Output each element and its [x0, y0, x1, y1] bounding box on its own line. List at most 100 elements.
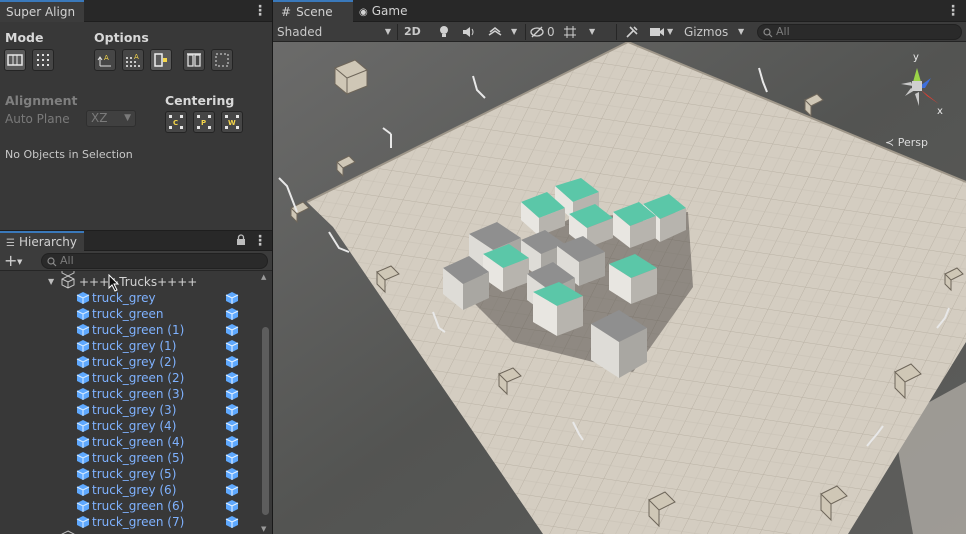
auto-plane-label: Auto Plane	[5, 112, 70, 126]
tree-row-prefab[interactable]: truck_green	[0, 306, 258, 322]
tree-row-label: truck_green (3)	[92, 387, 185, 401]
center-p-button[interactable]: P	[193, 111, 215, 133]
align-side-icon	[154, 53, 167, 67]
scene-search-placeholder: All	[776, 25, 790, 38]
tree-row-prefab[interactable]: truck_grey (5)	[0, 466, 258, 482]
scene-viewport[interactable]: y x ≺ Persp	[273, 42, 966, 534]
grid-snap-dropdown[interactable]: ▼	[563, 23, 599, 41]
projection-label[interactable]: ≺ Persp	[885, 136, 928, 149]
toggle-2d-button[interactable]: 2D	[404, 23, 421, 41]
orientation-gizmo[interactable]: y x	[885, 48, 961, 124]
hierarchy-search-input[interactable]: All	[41, 253, 268, 269]
tab-scene-label: Scene	[296, 5, 333, 19]
scene-tabbar: # Scene ◉ Game ⋮	[273, 0, 966, 22]
tools-icon[interactable]	[625, 23, 639, 41]
list-icon: ☰	[6, 238, 15, 249]
scrollbar-thumb[interactable]	[262, 327, 269, 515]
align-grid-icon: A	[126, 53, 140, 67]
option-align-axis-button[interactable]: A	[94, 49, 116, 71]
effects-icon	[488, 27, 502, 36]
tree-row-label: truck_grey (6)	[92, 483, 177, 497]
hidden-objects-toggle[interactable]: 0	[530, 23, 558, 41]
tree-row-label: truck_grey (4)	[92, 419, 177, 433]
hierarchy-tree: ▼ ++++Trucks++++ truck_grey truck_green tr…	[0, 271, 258, 534]
tree-row-prefab[interactable]: truck_green (5)	[0, 450, 258, 466]
centering-title: Centering	[165, 93, 235, 108]
scene-search-input[interactable]: All	[757, 24, 962, 40]
tab-scene[interactable]: # Scene	[273, 0, 353, 22]
mode-grid-button[interactable]	[32, 49, 54, 71]
tree-row-prefab[interactable]: truck_grey (1)	[0, 338, 258, 354]
scene-menu-icon[interactable]: ⋮	[946, 3, 960, 19]
toolbar-separator	[397, 24, 398, 40]
plus-icon: +	[4, 251, 18, 270]
scene-panel: # Scene ◉ Game ⋮ Shaded ▼ 2D ▼ 0 ▼ ▼ Giz…	[273, 0, 966, 534]
effects-dropdown[interactable]: ▼	[487, 23, 523, 41]
super-align-menu-icon[interactable]: ⋮	[253, 3, 267, 19]
super-align-panel: Super Align ⋮ Mode Options A A Alignment…	[0, 0, 272, 230]
tree-row-trucks-group[interactable]: ▼ ++++Trucks++++	[0, 274, 258, 290]
tree-row-prefab[interactable]: truck_grey (6)	[0, 482, 258, 498]
tree-row-prefab[interactable]: truck_green (4)	[0, 434, 258, 450]
align-axis-icon: A	[97, 54, 111, 67]
add-dropdown-button[interactable]: + ▼	[4, 252, 34, 270]
options-title: Options	[94, 30, 149, 45]
center-p-letter: P	[201, 119, 206, 127]
tree-partial-row-bottom	[61, 530, 75, 534]
tree-row-prefab[interactable]: truck_grey (3)	[0, 402, 258, 418]
scroll-down-icon[interactable]: ▼	[261, 525, 266, 533]
chevron-down-icon: ▼	[738, 27, 745, 36]
tree-row-prefab[interactable]: truck_grey (4)	[0, 418, 258, 434]
tree-row-label: truck_green (6)	[92, 499, 185, 513]
hierarchy-scrollbar[interactable]: ▲ ▼	[260, 273, 270, 534]
super-align-tabbar: Super Align ⋮	[0, 0, 272, 22]
auto-plane-dropdown: XZ ▼	[86, 110, 136, 127]
center-w-button[interactable]: W	[221, 111, 243, 133]
gizmo-y-label: y	[913, 52, 919, 63]
option-distribute-button[interactable]	[183, 49, 205, 71]
persp-text: Persp	[897, 136, 928, 149]
mouse-cursor-icon	[108, 273, 120, 295]
mode-single-button[interactable]	[4, 49, 26, 71]
gizmos-label: Gizmos	[684, 25, 729, 39]
tab-game[interactable]: ◉ Game	[353, 0, 423, 22]
tree-row-label: truck_grey (1)	[92, 339, 177, 353]
tree-row-prefab[interactable]: truck_green (3)	[0, 386, 258, 402]
lighting-toggle-icon[interactable]	[438, 23, 450, 41]
persp-icon: ≺	[885, 136, 898, 149]
tree-row-label: truck_green (2)	[92, 371, 185, 385]
toolbar-separator	[616, 24, 617, 40]
tree-row-prefab[interactable]: truck_grey (2)	[0, 354, 258, 370]
shading-mode-dropdown[interactable]: Shaded ▼	[277, 23, 393, 41]
gamepad-icon: ◉	[359, 7, 368, 18]
foldout-expanded-icon[interactable]: ▼	[48, 274, 54, 290]
chevron-down-icon: ▼	[124, 113, 131, 123]
audio-toggle-icon[interactable]	[462, 23, 476, 41]
tree-row-prefab[interactable]: truck_green (1)	[0, 322, 258, 338]
tree-row-label: truck_green (5)	[92, 451, 185, 465]
chevron-down-icon: ▼	[667, 27, 674, 36]
grid-snap-icon	[564, 26, 576, 38]
svg-text:A: A	[104, 54, 109, 62]
tree-row-prefab[interactable]: truck_green (7)	[0, 514, 258, 530]
tree-row-prefab[interactable]: truck_grey	[0, 290, 258, 306]
tab-game-label: Game	[371, 4, 408, 18]
open-prefab-icon[interactable]	[225, 515, 239, 533]
scroll-up-icon[interactable]: ▲	[261, 273, 266, 281]
center-c-button[interactable]: C	[165, 111, 187, 133]
tab-hierarchy[interactable]: ☰ Hierarchy	[0, 231, 84, 251]
camera-dropdown[interactable]: ▼	[649, 23, 679, 41]
tree-row-label: truck_grey (2)	[92, 355, 177, 369]
tree-row-prefab[interactable]: truck_green (6)	[0, 498, 258, 514]
option-align-grid-button[interactable]: A	[122, 49, 144, 71]
hierarchy-menu-icon[interactable]: ⋮	[253, 233, 267, 249]
lock-icon[interactable]	[236, 234, 246, 249]
tree-row-prefab[interactable]: truck_green (2)	[0, 370, 258, 386]
option-align-side-button[interactable]	[150, 49, 172, 71]
tree-row-label: truck_grey	[92, 291, 156, 305]
tree-row-label: truck_green	[92, 307, 164, 321]
option-bounds-button[interactable]	[211, 49, 233, 71]
chevron-down-icon: ▼	[511, 27, 518, 36]
gizmos-dropdown[interactable]: Gizmos ▼	[684, 23, 750, 41]
tab-super-align[interactable]: Super Align	[0, 0, 84, 22]
